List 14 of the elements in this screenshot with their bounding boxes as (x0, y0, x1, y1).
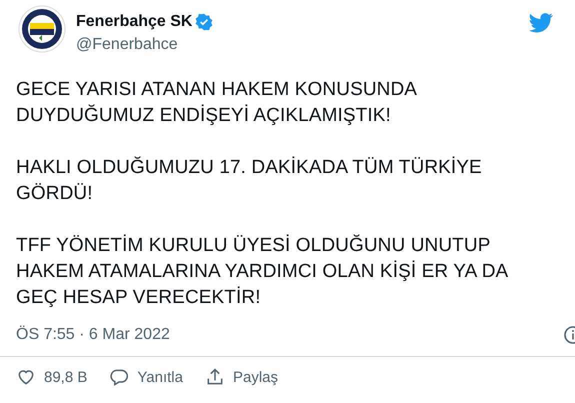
tweet-paragraph: TFF YÖNETİM KURULU ÜYESİ OLDUĞUNU UNUTUP HAKEM ATAMALARINA YARDIMCI OLAN KİŞİ ER YA DA GEÇ HESAP VERECEKTİR! (16, 234, 510, 310)
speech-bubble-icon (109, 367, 130, 387)
heart-icon (16, 367, 36, 387)
tweet-paragraph: HAKLI OLDUĞUMUZU 17. DAKİKADA TÜM TÜRKİYE GÖRDÜ! (16, 156, 483, 206)
author-name[interactable]: Fenerbahçe SK (76, 13, 192, 31)
share-button[interactable]: Paylaş (204, 367, 278, 387)
like-button[interactable]: 89,8 B (16, 367, 88, 387)
tweet-paragraph: GECE YARISI ATANAN HAKEM KONUSUNDA DUYDUĞUMUZ ENDİŞEYİ AÇIKLAMIŞTIK! (16, 78, 418, 128)
upload-icon (204, 367, 225, 387)
avatar-emblem[interactable] (18, 5, 66, 53)
tweet-timestamp[interactable]: ÖS 7:55 · 6 Mar 2022 (16, 326, 170, 344)
author-handle[interactable]: @Fenerbahce (76, 36, 214, 54)
bird-icon[interactable] (529, 13, 553, 33)
reply-button[interactable]: Yanıtla (109, 367, 183, 387)
